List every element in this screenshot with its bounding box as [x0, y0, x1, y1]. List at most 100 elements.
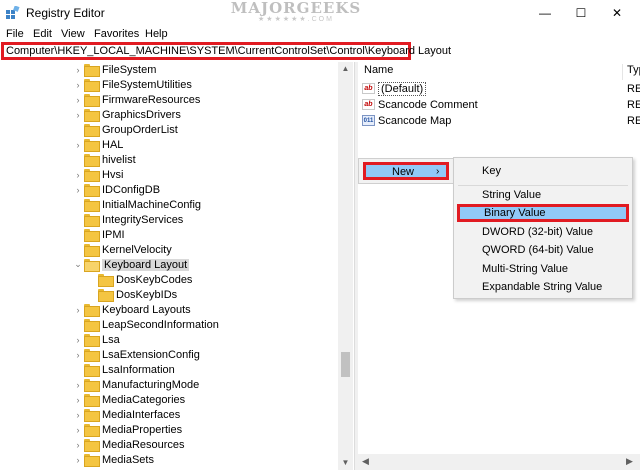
folder-icon	[84, 154, 100, 167]
tree-item-initialmachineconfig[interactable]: InitialMachineConfig	[72, 197, 201, 212]
scroll-left-arrow-icon[interactable]: ◀	[362, 456, 369, 467]
expand-chevron-icon[interactable]: ›	[72, 110, 84, 120]
expand-chevron-icon[interactable]: ›	[72, 455, 84, 465]
menu-edit[interactable]: Edit	[33, 28, 52, 40]
string-value-icon: ab	[362, 83, 375, 94]
expand-chevron-icon[interactable]: ›	[72, 305, 84, 315]
tree-item-graphicsdrivers[interactable]: › GraphicsDrivers	[72, 107, 181, 122]
expand-chevron-icon[interactable]: ›	[72, 335, 84, 345]
tree-item-label: DosKeybCodes	[116, 273, 193, 286]
folder-icon	[84, 439, 100, 452]
tree-item-hivelist[interactable]: hivelist	[72, 152, 136, 167]
context-menu-new[interactable]: New ›	[363, 162, 449, 180]
folder-icon	[84, 199, 100, 212]
scrollbar-thumb[interactable]	[341, 352, 350, 377]
address-bar[interactable]: Computer\HKEY_LOCAL_MACHINE\SYSTEM\Curre…	[1, 42, 451, 60]
column-header-type[interactable]: Typ	[627, 64, 640, 80]
tree-item-hal[interactable]: › HAL	[72, 137, 123, 152]
folder-icon	[84, 394, 100, 407]
tree-item-mediainterfaces[interactable]: › MediaInterfaces	[72, 407, 180, 422]
tree-item-filesystemutilities[interactable]: › FileSystemUtilities	[72, 77, 192, 92]
value-row-scancode-map[interactable]: 011 Scancode Map	[362, 113, 451, 128]
menu-help[interactable]: Help	[145, 28, 168, 40]
tree-item-lsa[interactable]: › Lsa	[72, 332, 120, 347]
expand-chevron-icon[interactable]: ›	[72, 410, 84, 420]
tree-item-lsaextensionconfig[interactable]: › LsaExtensionConfig	[72, 347, 200, 362]
tree-item-hvsi[interactable]: › Hvsi	[72, 167, 123, 182]
folder-icon	[84, 169, 100, 182]
column-header-name[interactable]: Name	[364, 64, 393, 80]
tree-item-label: DosKeybIDs	[116, 288, 178, 301]
tree-item-mediasets[interactable]: › MediaSets	[72, 452, 154, 467]
submenu-item-string-value[interactable]: String Value	[456, 186, 630, 204]
tree-item-mediaresources[interactable]: › MediaResources	[72, 437, 185, 452]
tree-item-idconfigdb[interactable]: › IDConfigDB	[72, 182, 160, 197]
expand-chevron-icon[interactable]: ›	[72, 350, 84, 360]
expand-chevron-icon[interactable]: ›	[72, 185, 84, 195]
tree-item-label: MediaResources	[102, 438, 185, 451]
window-title: Registry Editor	[26, 6, 105, 20]
expand-chevron-icon[interactable]: ›	[72, 65, 84, 75]
tree-item-ipmi[interactable]: IPMI	[72, 227, 125, 242]
submenu-item-key[interactable]: Key	[456, 162, 630, 180]
scroll-right-arrow-icon[interactable]: ▶	[626, 456, 633, 467]
close-button[interactable]: ✕	[594, 0, 640, 26]
tree-item-label: GraphicsDrivers	[102, 108, 181, 121]
tree-item-label: GroupOrderList	[102, 123, 178, 136]
expand-chevron-icon[interactable]: ›	[72, 425, 84, 435]
tree-item-firmwareresources[interactable]: › FirmwareResources	[72, 92, 200, 107]
tree-item-mediacategories[interactable]: › MediaCategories	[72, 392, 185, 407]
value-row-default[interactable]: ab (Default)	[362, 81, 427, 96]
expand-chevron-icon[interactable]: ›	[72, 80, 84, 90]
menu-view[interactable]: View	[61, 28, 85, 40]
folder-icon	[84, 379, 100, 392]
tree-item-kernelvelocity[interactable]: KernelVelocity	[72, 242, 172, 257]
tree-item-doskeybcodes[interactable]: DosKeybCodes	[86, 272, 192, 287]
tree-item-lsainformation[interactable]: LsaInformation	[72, 362, 175, 377]
folder-icon	[84, 64, 100, 77]
submenu-item-multi-string-value[interactable]: Multi-String Value	[456, 260, 630, 278]
tree-item-integrityservices[interactable]: IntegrityServices	[72, 212, 183, 227]
tree-item-label: MediaSets	[102, 453, 154, 466]
expand-chevron-icon[interactable]: ›	[72, 395, 84, 405]
tree-item-keyboard-layouts[interactable]: › Keyboard Layouts	[72, 302, 191, 317]
value-name: (Default)	[378, 81, 427, 96]
folder-icon	[84, 94, 100, 107]
tree-item-label: IntegrityServices	[102, 213, 184, 226]
tree-vertical-scrollbar[interactable]: ▲ ▼	[338, 62, 353, 470]
new-submenu: Key String Value Binary Value DWORD (32-…	[453, 157, 633, 299]
tree-item-label: MediaCategories	[102, 393, 186, 406]
submenu-item-expandable-string-value[interactable]: Expandable String Value	[456, 278, 630, 296]
tree-item-filesystem[interactable]: › FileSystem	[72, 62, 156, 77]
menu-file[interactable]: File	[6, 28, 24, 40]
folder-icon	[84, 124, 100, 137]
tree-item-label: KernelVelocity	[102, 243, 172, 256]
scroll-up-arrow-icon[interactable]: ▲	[338, 64, 353, 73]
collapse-chevron-icon[interactable]: ⌄	[72, 259, 84, 270]
watermark-subtext: ★★★★★★.COM	[258, 16, 334, 23]
column-divider[interactable]	[622, 64, 623, 80]
tree-item-mediaproperties[interactable]: › MediaProperties	[72, 422, 182, 437]
folder-icon	[98, 274, 114, 287]
expand-chevron-icon[interactable]: ›	[72, 440, 84, 450]
expand-chevron-icon[interactable]: ›	[72, 170, 84, 180]
tree-item-manufacturingmode[interactable]: › ManufacturingMode	[72, 377, 199, 392]
tree-item-grouporderlist[interactable]: GroupOrderList	[72, 122, 178, 137]
list-horizontal-scrollbar[interactable]: ◀ ▶	[358, 454, 640, 470]
expand-chevron-icon[interactable]: ›	[72, 380, 84, 390]
submenu-item-binary-value[interactable]: Binary Value	[457, 204, 629, 222]
context-menu: New ›	[358, 158, 454, 184]
tree-item-leapsecondinformation[interactable]: LeapSecondInformation	[72, 317, 219, 332]
expand-chevron-icon[interactable]: ›	[72, 140, 84, 150]
scroll-down-arrow-icon[interactable]: ▼	[338, 458, 353, 467]
submenu-item-dword-value[interactable]: DWORD (32-bit) Value	[456, 223, 630, 241]
expand-chevron-icon[interactable]: ›	[72, 95, 84, 105]
tree-item-doskeybids[interactable]: DosKeybIDs	[86, 287, 177, 302]
menu-favorites[interactable]: Favorites	[94, 28, 139, 40]
value-type: RE	[627, 98, 640, 111]
value-type: RE	[627, 82, 640, 95]
tree-item-keyboard-layout[interactable]: ⌄ Keyboard Layout	[72, 257, 190, 272]
folder-icon	[84, 244, 100, 257]
value-row-scancode-comment[interactable]: ab Scancode Comment	[362, 97, 478, 112]
submenu-item-qword-value[interactable]: QWORD (64-bit) Value	[456, 241, 630, 259]
